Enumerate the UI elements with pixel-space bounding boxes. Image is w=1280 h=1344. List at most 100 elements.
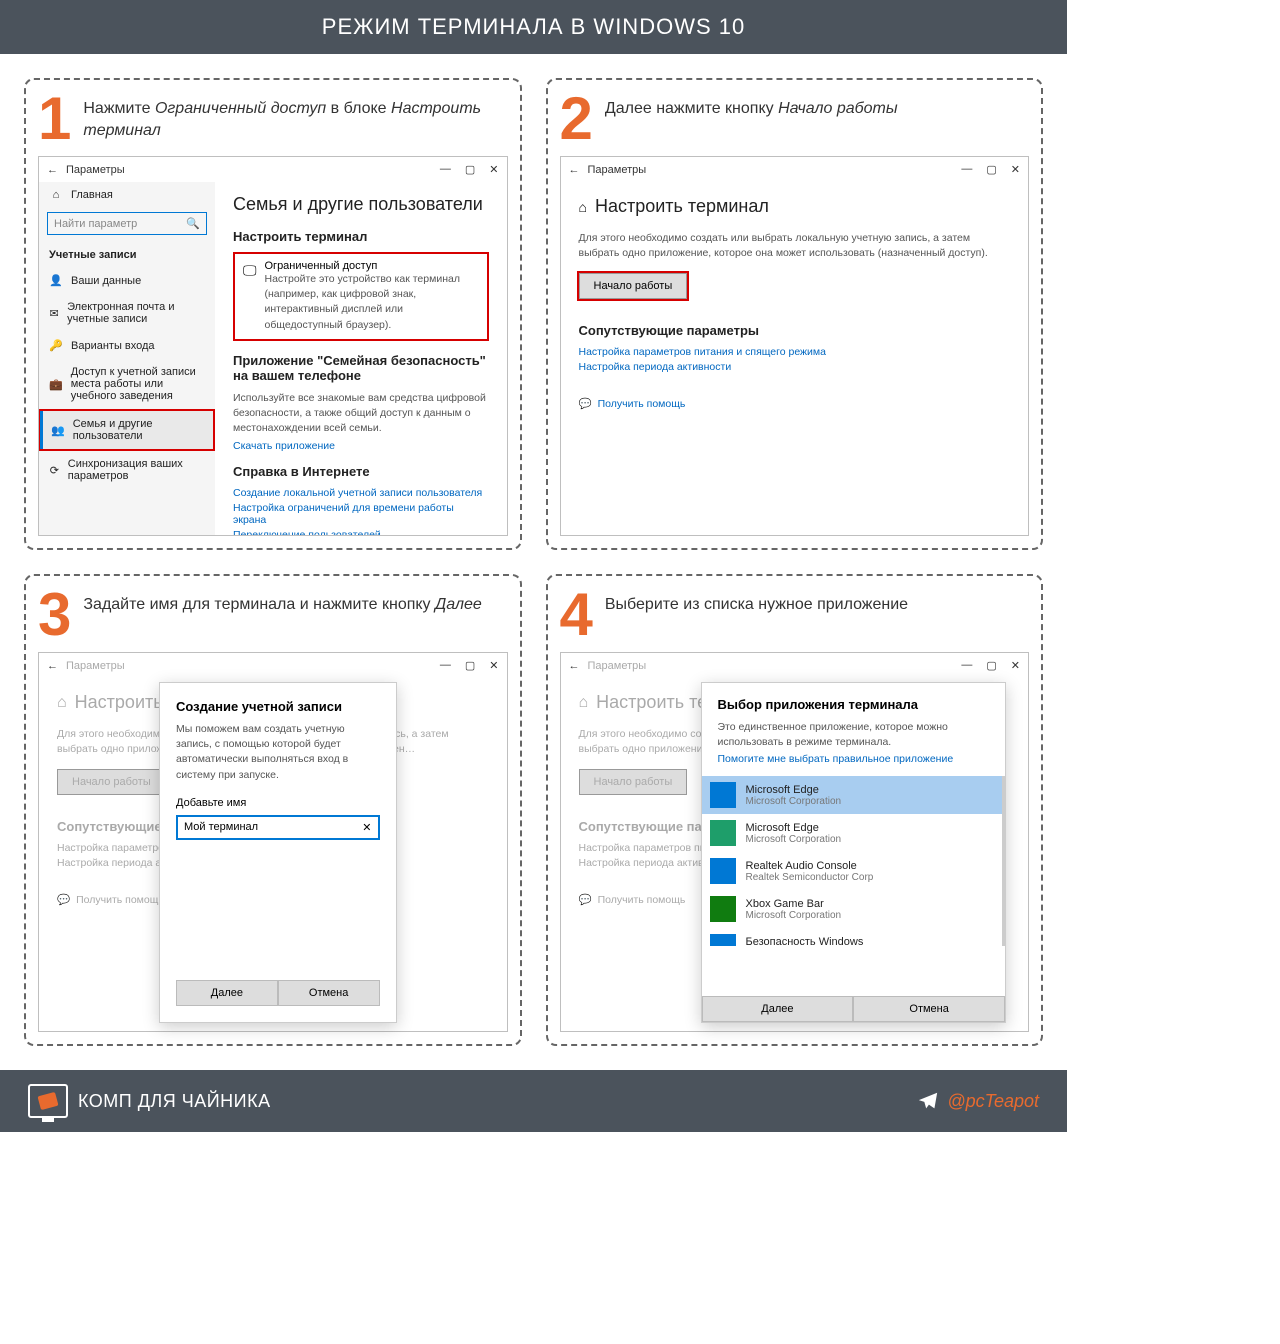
sidebar-item-family[interactable]: 👥Семья и другие пользователи xyxy=(39,409,215,451)
next-button[interactable]: Далее xyxy=(176,980,278,1006)
brand-name: КОМП ДЛЯ ЧАЙНИКА xyxy=(78,1091,271,1112)
name-input[interactable]: Мой терминал ✕ xyxy=(176,815,380,840)
minimize-icon[interactable]: — xyxy=(440,659,451,672)
clear-icon[interactable]: ✕ xyxy=(362,821,371,834)
section-heading: Настроить терминал xyxy=(233,229,489,244)
app-item[interactable]: Microsoft EdgeMicrosoft Corporation xyxy=(702,776,1003,814)
home-icon: ⌂ xyxy=(57,694,67,712)
section-heading: Сопутствующие параметры xyxy=(579,323,1011,338)
step-number: 1 xyxy=(38,92,71,146)
limited-access-button[interactable]: 🖵 Ограниченный доступ Настройте это устр… xyxy=(233,252,489,341)
window-title: Параметры xyxy=(588,660,647,672)
help-choose-link[interactable]: Помогите мне выбрать правильное приложен… xyxy=(718,753,990,765)
sidebar-item-your-data[interactable]: 👤Ваши данные xyxy=(39,267,215,294)
back-icon[interactable]: ← xyxy=(569,660,580,672)
app-item[interactable]: Безопасность WindowsMicrosoft Corporatio… xyxy=(702,928,1003,946)
app-item[interactable]: Xbox Game BarMicrosoft Corporation xyxy=(702,890,1003,928)
sidebar: ⌂Главная Найти параметр🔍 Учетные записи … xyxy=(39,182,215,535)
related-link[interactable]: Настройка периода активности xyxy=(579,361,1011,373)
app-icon xyxy=(710,782,736,808)
next-button[interactable]: Далее xyxy=(702,996,854,1022)
page-title: РЕЖИМ ТЕРМИНАЛА В WINDOWS 10 xyxy=(0,0,1067,54)
settings-window: ← Параметры — ▢ ✕ ⌂Главная Найти парамет… xyxy=(38,156,508,536)
app-list[interactable]: Microsoft EdgeMicrosoft Corporation Micr… xyxy=(702,776,1006,946)
back-icon[interactable]: ← xyxy=(47,660,58,672)
cancel-button[interactable]: Отмена xyxy=(278,980,380,1006)
app-icon xyxy=(710,820,736,846)
step-4: 4 Выберите из списка нужное приложение ←… xyxy=(546,574,1044,1046)
sidebar-item-work[interactable]: 💼Доступ к учетной записи места работы ил… xyxy=(39,359,215,409)
step-number: 2 xyxy=(560,92,593,146)
step-3: 3 Задайте имя для терминала и нажмите кн… xyxy=(24,574,522,1046)
footer: КОМП ДЛЯ ЧАЙНИКА @pcTeapot xyxy=(0,1070,1067,1132)
minimize-icon[interactable]: — xyxy=(961,659,972,672)
create-account-dialog: Создание учетной записи Мы поможем вам с… xyxy=(159,682,397,1023)
search-icon: 🔍 xyxy=(186,217,200,230)
maximize-icon[interactable]: ▢ xyxy=(465,659,475,672)
sidebar-item-sync[interactable]: ⟳Синхронизация ваших параметров xyxy=(39,451,215,489)
dialog-body: Это единственное приложение, которое мож… xyxy=(718,720,990,750)
help-link[interactable]: Переключение пользователей xyxy=(233,529,489,535)
dialog-title: Создание учетной записи xyxy=(176,699,380,714)
close-icon[interactable]: ✕ xyxy=(489,163,498,176)
back-icon[interactable]: ← xyxy=(569,164,580,176)
minimize-icon[interactable]: — xyxy=(440,163,451,176)
kiosk-icon: 🖵 xyxy=(243,262,257,279)
step-caption: Задайте имя для терминала и нажмите кноп… xyxy=(83,588,481,616)
get-started-button: Начало работы xyxy=(57,769,166,795)
section-heading: Приложение "Семейная безопасность" на ва… xyxy=(233,353,489,383)
search-input[interactable]: Найти параметр🔍 xyxy=(47,212,207,235)
sidebar-item-email[interactable]: ✉Электронная почта и учетные записи xyxy=(39,294,215,332)
telegram-icon[interactable] xyxy=(917,1090,939,1112)
app-item[interactable]: Microsoft EdgeMicrosoft Corporation xyxy=(702,814,1003,852)
content-pane: ⌂ Настроить терминал Для этого необходим… xyxy=(561,182,1029,535)
maximize-icon[interactable]: ▢ xyxy=(986,163,996,176)
step-caption: Выберите из списка нужное приложение xyxy=(605,588,908,616)
get-started-button: Начало работы xyxy=(579,769,688,795)
step-number: 4 xyxy=(560,588,593,642)
window-title: Параметры xyxy=(588,164,647,176)
settings-window: ← Параметры — ▢ ✕ ⌂ Настроить терминал xyxy=(560,156,1030,536)
choose-app-dialog: Выбор приложения терминала Это единствен… xyxy=(701,682,1007,1023)
steps-grid: 1 Нажмите Ограниченный доступ в блоке На… xyxy=(0,54,1067,1070)
step-caption: Далее нажмите кнопку Начало работы xyxy=(605,92,898,120)
settings-window: ← Параметры — ▢ ✕ ⌂ Настроить терминал xyxy=(560,652,1030,1032)
close-icon[interactable]: ✕ xyxy=(1011,659,1020,672)
home-icon[interactable]: ⌂ xyxy=(579,199,587,215)
app-icon xyxy=(710,858,736,884)
sidebar-item-signin[interactable]: 🔑Варианты входа xyxy=(39,332,215,359)
related-link[interactable]: Настройка параметров питания и спящего р… xyxy=(579,346,1011,358)
sidebar-section: Учетные записи xyxy=(39,243,215,267)
cancel-button[interactable]: Отмена xyxy=(853,996,1005,1022)
maximize-icon[interactable]: ▢ xyxy=(986,659,996,672)
telegram-handle[interactable]: @pcTeapot xyxy=(947,1091,1039,1112)
help-link[interactable]: Настройка ограничений для времени работы… xyxy=(233,502,489,526)
close-icon[interactable]: ✕ xyxy=(489,659,498,672)
window-title: Параметры xyxy=(66,164,125,176)
window-title: Параметры xyxy=(66,660,125,672)
content-pane: Семья и другие пользователи Настроить те… xyxy=(215,182,507,535)
dialog-body: Мы поможем вам создать учетную запись, с… xyxy=(176,722,380,783)
minimize-icon[interactable]: — xyxy=(961,163,972,176)
body-text: Для этого необходимо создать или выбрать… xyxy=(579,231,1011,261)
home-icon: ⌂ xyxy=(49,189,63,201)
settings-window: ← Параметры — ▢ ✕ ⌂ Настроить терминал xyxy=(38,652,508,1032)
step-1: 1 Нажмите Ограниченный доступ в блоке На… xyxy=(24,78,522,550)
close-icon[interactable]: ✕ xyxy=(1011,163,1020,176)
back-icon[interactable]: ← xyxy=(47,164,58,176)
section-heading: Справка в Интернете xyxy=(233,464,489,479)
help-link[interactable]: Создание локальной учетной записи пользо… xyxy=(233,487,489,499)
input-label: Добавьте имя xyxy=(176,797,380,809)
maximize-icon[interactable]: ▢ xyxy=(465,163,475,176)
app-item[interactable]: Realtek Audio ConsoleRealtek Semiconduct… xyxy=(702,852,1003,890)
brand-logo-icon xyxy=(28,1084,68,1118)
app-icon xyxy=(710,896,736,922)
body-text: Используйте все знакомые вам средства ци… xyxy=(233,391,489,437)
get-help-link[interactable]: 💬Получить помощь xyxy=(579,397,1011,410)
app-icon xyxy=(710,934,736,946)
get-started-button[interactable]: Начало работы xyxy=(579,273,688,299)
sidebar-home[interactable]: ⌂Главная xyxy=(39,182,215,208)
step-number: 3 xyxy=(38,588,71,642)
download-app-link[interactable]: Скачать приложение xyxy=(233,440,489,452)
step-2: 2 Далее нажмите кнопку Начало работы ← П… xyxy=(546,78,1044,550)
